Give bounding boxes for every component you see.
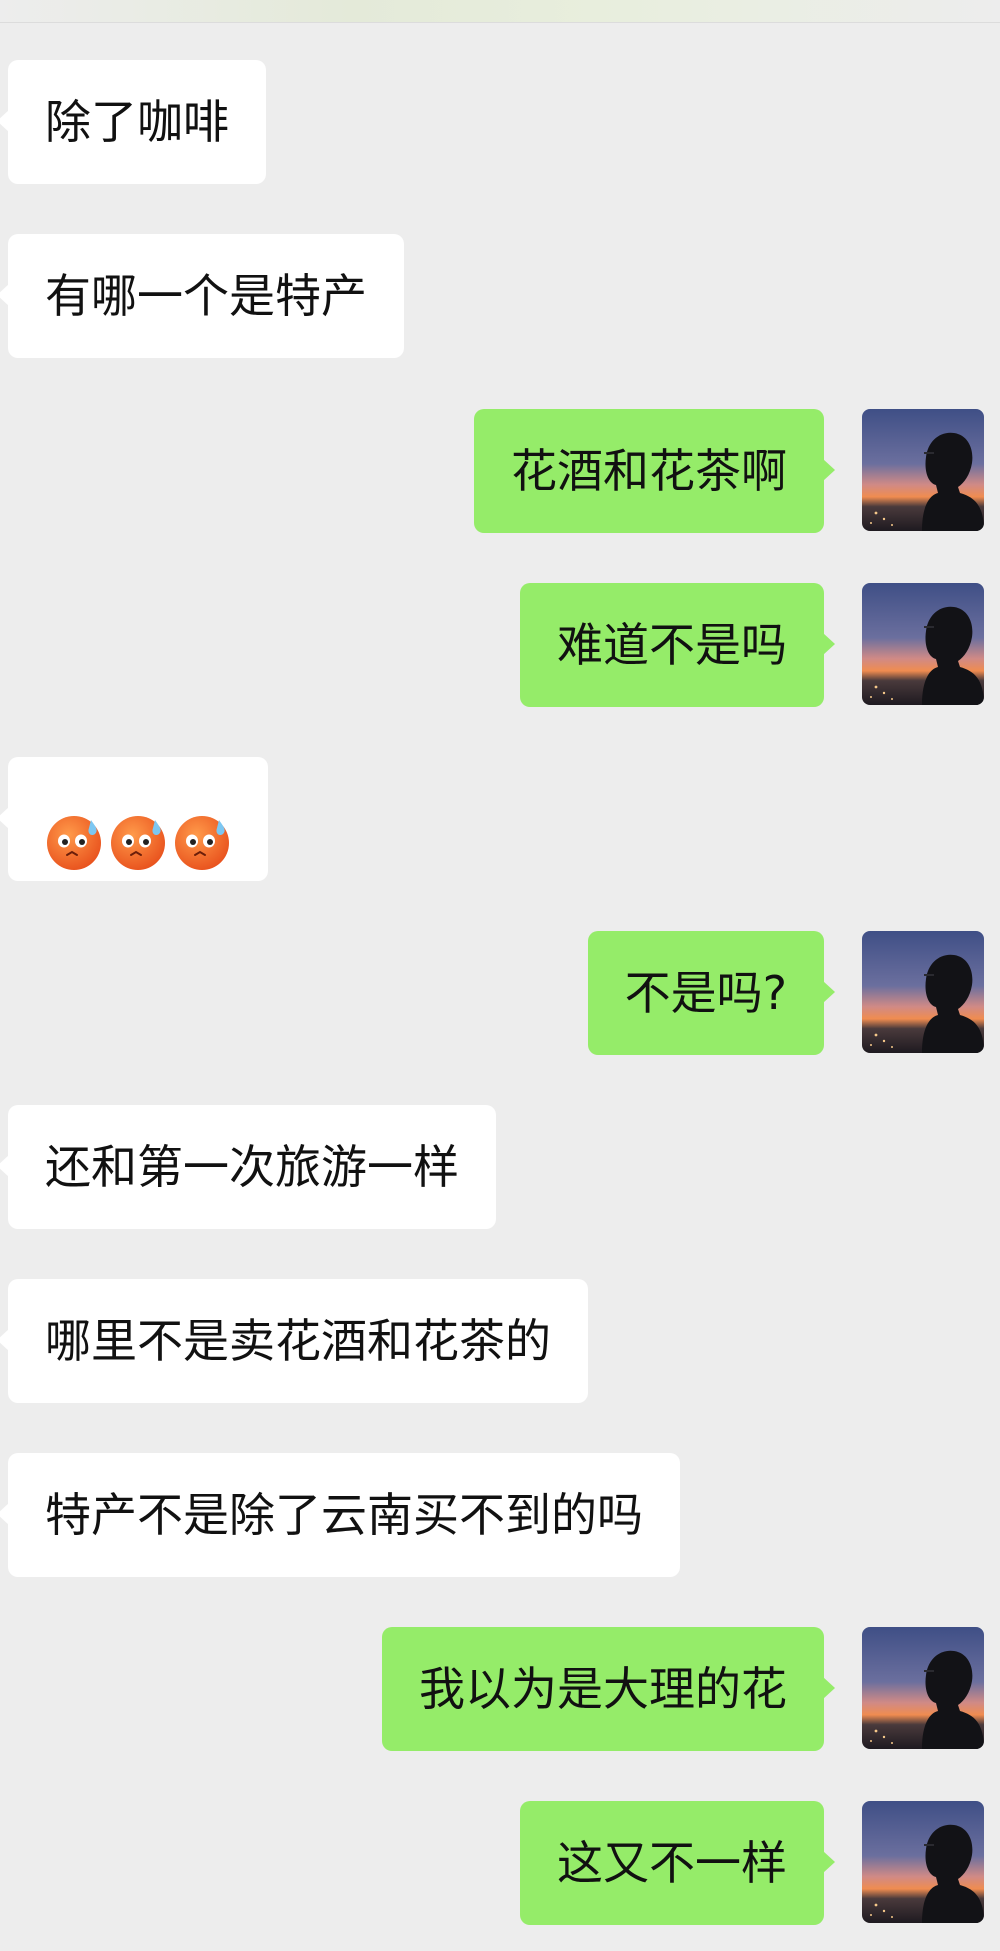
message-text: 花酒和花茶啊 (511, 444, 787, 498)
message-row: 这又不一样 (0, 1801, 1000, 1925)
silhouette-at-sunset-avatar-icon (862, 1627, 984, 1749)
message-text: 特产不是除了云南买不到的吗 (45, 1488, 643, 1542)
outgoing-message-bubble[interactable]: 花酒和花茶啊 (474, 409, 835, 533)
message-row: 还和第一次旅游一样 (0, 1105, 1000, 1229)
message-row: 除了咖啡 (0, 60, 1000, 184)
chat-message-list[interactable]: 除了咖啡 有哪一个是特产 花酒和花茶啊 难道不是吗 不是吗? 还和第一次旅游一样 (0, 0, 1000, 1951)
incoming-message-bubble[interactable]: 哪里不是卖花酒和花茶的 (0, 1279, 588, 1403)
message-row: 难道不是吗 (0, 583, 1000, 707)
message-text: 我以为是大理的花 (419, 1662, 787, 1716)
outgoing-message-bubble[interactable]: 难道不是吗 (520, 583, 835, 707)
silhouette-at-sunset-avatar-icon (862, 409, 984, 531)
avatar[interactable] (862, 409, 984, 531)
message-row: 有哪一个是特产 (0, 234, 1000, 358)
incoming-message-bubble[interactable]: 还和第一次旅游一样 (0, 1105, 496, 1229)
message-text: 不是吗? (624, 966, 787, 1020)
silhouette-at-sunset-avatar-icon (862, 931, 984, 1053)
incoming-message-bubble[interactable]: 除了咖啡 (0, 60, 266, 184)
incoming-message-bubble[interactable]: 特产不是除了云南买不到的吗 (0, 1453, 680, 1577)
sweat-pouting-face-icon (109, 794, 167, 870)
message-row: 特产不是除了云南买不到的吗 (0, 1453, 1000, 1577)
message-row: 花酒和花茶啊 (0, 409, 1000, 533)
sweat-pouting-face-icon (173, 794, 231, 870)
outgoing-message-bubble[interactable]: 这又不一样 (520, 1801, 835, 1925)
message-text: 这又不一样 (557, 1836, 787, 1890)
avatar[interactable] (862, 931, 984, 1053)
avatar[interactable] (862, 1627, 984, 1749)
avatar[interactable] (862, 1801, 984, 1923)
message-text: 难道不是吗 (557, 618, 787, 672)
silhouette-at-sunset-avatar-icon (862, 1801, 984, 1923)
message-row (0, 757, 1000, 881)
message-row: 哪里不是卖花酒和花茶的 (0, 1279, 1000, 1403)
incoming-emoji-bubble[interactable] (0, 757, 268, 881)
message-text: 还和第一次旅游一样 (45, 1140, 459, 1194)
outgoing-message-bubble[interactable]: 不是吗? (587, 931, 836, 1055)
sweat-pouting-face-icon (45, 794, 103, 870)
message-text: 哪里不是卖花酒和花茶的 (45, 1314, 551, 1368)
emoji-group (45, 761, 237, 885)
avatar[interactable] (862, 583, 984, 705)
silhouette-at-sunset-avatar-icon (862, 583, 984, 705)
message-text: 除了咖啡 (45, 95, 229, 149)
incoming-message-bubble[interactable]: 有哪一个是特产 (0, 234, 404, 358)
outgoing-message-bubble[interactable]: 我以为是大理的花 (382, 1627, 835, 1751)
message-row: 不是吗? (0, 931, 1000, 1055)
message-text: 有哪一个是特产 (45, 269, 367, 323)
message-row: 我以为是大理的花 (0, 1627, 1000, 1751)
